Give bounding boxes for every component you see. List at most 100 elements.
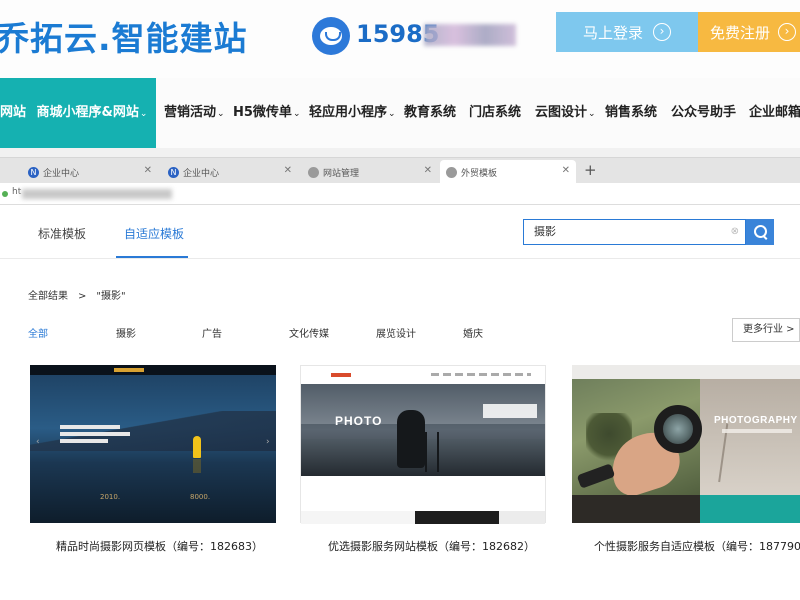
template-hero-subtitle bbox=[722, 429, 792, 433]
chevron-down-icon: ⌄ bbox=[217, 109, 225, 119]
login-button[interactable]: 马上登录 › bbox=[556, 12, 698, 52]
chevron-down-icon: ⌄ bbox=[139, 109, 148, 119]
register-label: 免费注册 bbox=[709, 23, 770, 42]
template-photographer bbox=[397, 410, 425, 468]
nav-item-h5[interactable]: H5微传单⌄ bbox=[233, 78, 300, 148]
filter-exhibition-design[interactable]: 展览设计 bbox=[376, 325, 416, 340]
browser-tab-label: 外贸模板 bbox=[461, 168, 498, 179]
divider bbox=[0, 258, 800, 259]
chevron-down-icon: ⌄ bbox=[292, 109, 301, 119]
globe-icon bbox=[446, 166, 457, 178]
template-footer bbox=[572, 495, 700, 523]
nav-item-label: 教育系统 bbox=[404, 105, 457, 120]
nav-item-website[interactable]: 网站 bbox=[0, 105, 26, 120]
nav-item-label: 轻应用小程序 bbox=[309, 105, 388, 120]
browser-tab-strip: N 企业中心 ✕ N 企业中心 ✕ 网站管理 ✕ 外贸模板 ✕ + bbox=[0, 157, 800, 184]
nav-item-label: 企业邮箱 bbox=[749, 105, 800, 120]
template-logo bbox=[114, 368, 144, 372]
globe-icon bbox=[308, 166, 319, 178]
nav-item-store[interactable]: 门店系统 bbox=[469, 78, 521, 148]
breadcrumb-query: "摄影" bbox=[96, 291, 126, 302]
template-hero-title: PHOTO bbox=[335, 414, 383, 428]
template-caption[interactable]: 优选摄影服务网站模板（编号：182682） bbox=[328, 538, 535, 554]
search-input[interactable]: 摄影 ⊗ bbox=[523, 219, 746, 245]
close-icon[interactable]: ✕ bbox=[144, 165, 152, 176]
close-icon[interactable]: ✕ bbox=[284, 165, 292, 176]
nav-item-enterprise-mail[interactable]: 企业邮箱 bbox=[749, 78, 800, 148]
template-caption[interactable]: 精品时尚摄影网页模板（编号：182683） bbox=[56, 538, 263, 554]
filter-advertising[interactable]: 广告 bbox=[202, 325, 222, 340]
nav-item-light-app[interactable]: 轻应用小程序⌄ bbox=[309, 78, 396, 148]
breadcrumb: 全部结果 > "摄影" bbox=[28, 287, 136, 302]
close-icon[interactable]: ✕ bbox=[424, 165, 432, 176]
login-label: 马上登录 bbox=[582, 23, 643, 42]
nav-item-label: 营销活动 bbox=[164, 105, 217, 120]
template-card[interactable]: ‹ › 2010. 8000. bbox=[30, 365, 276, 523]
browser-tab[interactable]: 网站管理 ✕ bbox=[302, 160, 438, 184]
template-hero-title: PHOTOGRAPHY bbox=[714, 415, 798, 426]
page: 乔拓云.智能建站 15985 马上登录 › 免费注册 › 网站 商城小程序&网站… bbox=[0, 0, 800, 600]
filter-all[interactable]: 全部 bbox=[28, 325, 48, 340]
browser-tab-label: 网站管理 bbox=[323, 168, 360, 179]
chevron-right-icon: › bbox=[266, 437, 270, 447]
nav-item-label: H5微传单 bbox=[233, 105, 292, 120]
template-preview-header bbox=[30, 365, 276, 375]
template-logo bbox=[331, 373, 351, 377]
template-menu bbox=[431, 373, 531, 376]
tab-responsive-templates[interactable]: 自适应模板 bbox=[124, 225, 184, 242]
browser-tab-label: 企业中心 bbox=[183, 168, 220, 179]
nav-item-mall-miniprogram[interactable]: 商城小程序&网站 bbox=[37, 105, 139, 120]
template-card[interactable]: PHOTO bbox=[300, 365, 546, 524]
nav-item-cloud-design[interactable]: 云图设计⌄ bbox=[535, 78, 596, 148]
more-industries-button[interactable]: 更多行业 > bbox=[732, 318, 800, 342]
chevron-down-icon: ⌄ bbox=[388, 109, 396, 119]
new-tab-icon[interactable]: + bbox=[584, 161, 597, 179]
nav-item-marketing[interactable]: 营销活动⌄ bbox=[164, 78, 225, 148]
nav-item-label: 云图设计 bbox=[535, 105, 588, 120]
site-header: 乔拓云.智能建站 15985 马上登录 › 免费注册 › bbox=[0, 0, 800, 78]
browser-tab[interactable]: N 企业中心 ✕ bbox=[162, 160, 298, 184]
chevron-down-icon: ⌄ bbox=[588, 109, 596, 119]
template-card[interactable]: PHOTOGRAPHY bbox=[572, 365, 800, 523]
register-button[interactable]: 免费注册 › bbox=[698, 12, 800, 52]
chevron-left-icon: ‹ bbox=[36, 437, 40, 447]
nav-item-sales[interactable]: 销售系统 bbox=[605, 78, 657, 148]
template-footer bbox=[301, 511, 415, 524]
breadcrumb-separator: > bbox=[78, 291, 87, 302]
filter-photography[interactable]: 摄影 bbox=[116, 325, 136, 340]
address-redacted bbox=[22, 189, 172, 199]
breadcrumb-all-results[interactable]: 全部结果 bbox=[28, 291, 68, 302]
brand-logo[interactable]: 乔拓云.智能建站 bbox=[0, 12, 248, 60]
tab-standard-templates[interactable]: 标准模板 bbox=[38, 225, 86, 242]
browser-tab-label: 企业中心 bbox=[43, 168, 80, 179]
search-button[interactable] bbox=[746, 219, 774, 245]
template-side-box bbox=[483, 404, 537, 418]
template-stat: 8000. bbox=[190, 493, 211, 501]
nav-item-active-group[interactable]: 网站 商城小程序&网站⌄ bbox=[0, 78, 156, 148]
address-text: ht bbox=[12, 187, 22, 197]
arrow-right-icon: › bbox=[778, 23, 796, 41]
filter-wedding[interactable]: 婚庆 bbox=[463, 325, 483, 340]
filter-culture-media[interactable]: 文化传媒 bbox=[289, 325, 329, 340]
template-preview-image: PHOTO bbox=[301, 384, 545, 476]
phone-number-redacted bbox=[424, 24, 516, 46]
template-footer-accent bbox=[700, 495, 800, 523]
nav-item-education[interactable]: 教育系统 bbox=[404, 78, 456, 148]
site-favicon-icon: N bbox=[28, 166, 39, 178]
nav-item-label: 门店系统 bbox=[469, 105, 522, 120]
template-gallery: 标准模板 自适应模板 摄影 ⊗ 全部结果 > "摄影" 全部 摄影 广告 文化传媒 … bbox=[0, 205, 800, 600]
main-nav: 网站 商城小程序&网站⌄ 营销活动⌄ H5微传单⌄ 轻应用小程序⌄ 教育系统 门… bbox=[0, 78, 800, 148]
browser-tab-active[interactable]: 外贸模板 ✕ bbox=[440, 160, 576, 184]
clear-icon[interactable]: ⊗ bbox=[731, 220, 739, 244]
template-preview-header bbox=[572, 365, 800, 379]
template-tripod bbox=[425, 432, 439, 472]
address-bar[interactable]: ht bbox=[0, 183, 800, 205]
secure-icon bbox=[2, 191, 8, 197]
template-footer-image bbox=[415, 511, 499, 524]
nav-item-wechat-assistant[interactable]: 公众号助手 bbox=[671, 78, 736, 148]
template-figure bbox=[193, 436, 201, 458]
template-caption[interactable]: 个性摄影服务自适应模板（编号：187790） bbox=[594, 538, 800, 554]
browser-tab[interactable]: N 企业中心 ✕ bbox=[22, 160, 158, 184]
nav-item-label: 公众号助手 bbox=[671, 105, 737, 120]
close-icon[interactable]: ✕ bbox=[562, 165, 570, 176]
